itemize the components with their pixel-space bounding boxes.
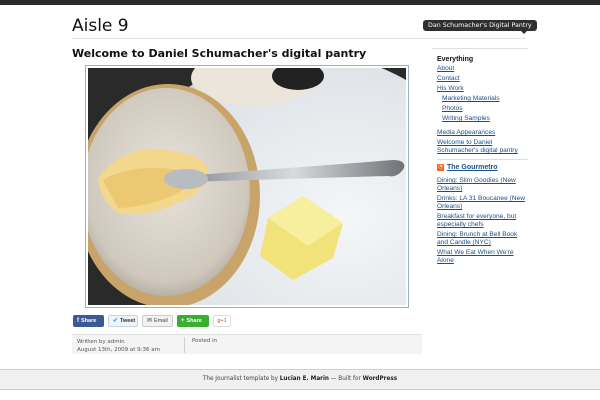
share-buttons: f Share ✔ Tweet ✉ Email + Share g+1 [73,315,231,328]
facebook-share-button[interactable]: f Share [73,315,104,327]
rss-item[interactable]: What We Eat When We're Alone [437,249,528,265]
rss-item[interactable]: Dining: Brunch at Bell Book and Candle (… [437,231,528,247]
cheese-photo [88,68,406,305]
rss-item[interactable]: Dining: Slim Goodies (New Orleans) [437,177,528,193]
sidebar-heading: Everything [437,56,474,63]
footer-wordpress-link[interactable]: WordPress [363,376,397,382]
posted-in-text: Posted in [192,338,218,344]
share-label: Share [186,318,202,324]
header-divider [72,38,526,39]
rss-item[interactable]: Breakfast for everyone, but especially c… [437,213,528,229]
post-date: August 13th, 2009 at 9:36 am [77,347,160,353]
twitter-icon: ✔ [113,318,119,324]
sidebar-link-contact[interactable]: Contact [437,75,528,83]
rss-item[interactable]: Drinks: LA 31 Boucanee (New Orleans) [437,195,528,211]
sidebar-divider [432,48,528,49]
sidebar-link-media[interactable]: Media Appearances [437,129,528,137]
rss-title[interactable]: The Gourmetro [447,164,498,171]
sidebar-link-about[interactable]: About [437,65,528,73]
sidebar-link-welcome[interactable]: Welcome to Daniel Schumacher's digital p… [437,139,528,155]
post-meta-author: Written by admin August 13th, 2009 at 9:… [77,338,160,354]
sidebar-divider-2 [437,159,528,160]
tweet-label: Tweet [120,318,136,324]
written-by-text: Written by admin [77,339,125,345]
sidebar: Everything About Contact His Work Market… [432,52,528,265]
post-photo-frame [85,65,409,308]
sidebar-link-writing[interactable]: Writing Samples [442,115,528,123]
email-label: Email [154,318,168,324]
google-plus-button[interactable]: g+1 [213,315,231,327]
meta-divider [184,337,185,353]
rss-icon[interactable]: ◔ [437,164,444,171]
footer-credit-text: The Journalist template by [202,376,280,382]
tweet-button[interactable]: ✔ Tweet [108,315,138,327]
footer-author-link[interactable]: Lucian E. Marin [280,376,329,382]
post-title[interactable]: Welcome to Daniel Schumacher's digital p… [72,47,366,60]
envelope-icon: ✉ [147,318,153,324]
plus-icon: + [181,318,185,324]
site-tagline: Dan Schumacher's Digital Pantry [423,20,537,34]
google-plus-label: g+1 [217,318,227,324]
rss-header: ◔ The Gourmetro [437,164,528,171]
sidebar-link-photos[interactable]: Photos [442,105,528,113]
footer: The Journalist template by Lucian E. Mar… [0,369,600,390]
footer-built-text: — Built for [329,376,363,382]
share-button[interactable]: + Share [177,315,209,327]
email-button[interactable]: ✉ Email [142,315,173,327]
sidebar-link-marketing[interactable]: Marketing Materials [442,95,528,103]
facebook-share-label: Share [81,318,97,324]
facebook-icon: f [77,318,79,324]
top-bar [0,0,600,5]
post-meta: Written by admin August 13th, 2009 at 9:… [72,334,422,354]
site-title[interactable]: Aisle 9 [72,16,129,36]
sidebar-link-his-work[interactable]: His Work [437,85,528,93]
